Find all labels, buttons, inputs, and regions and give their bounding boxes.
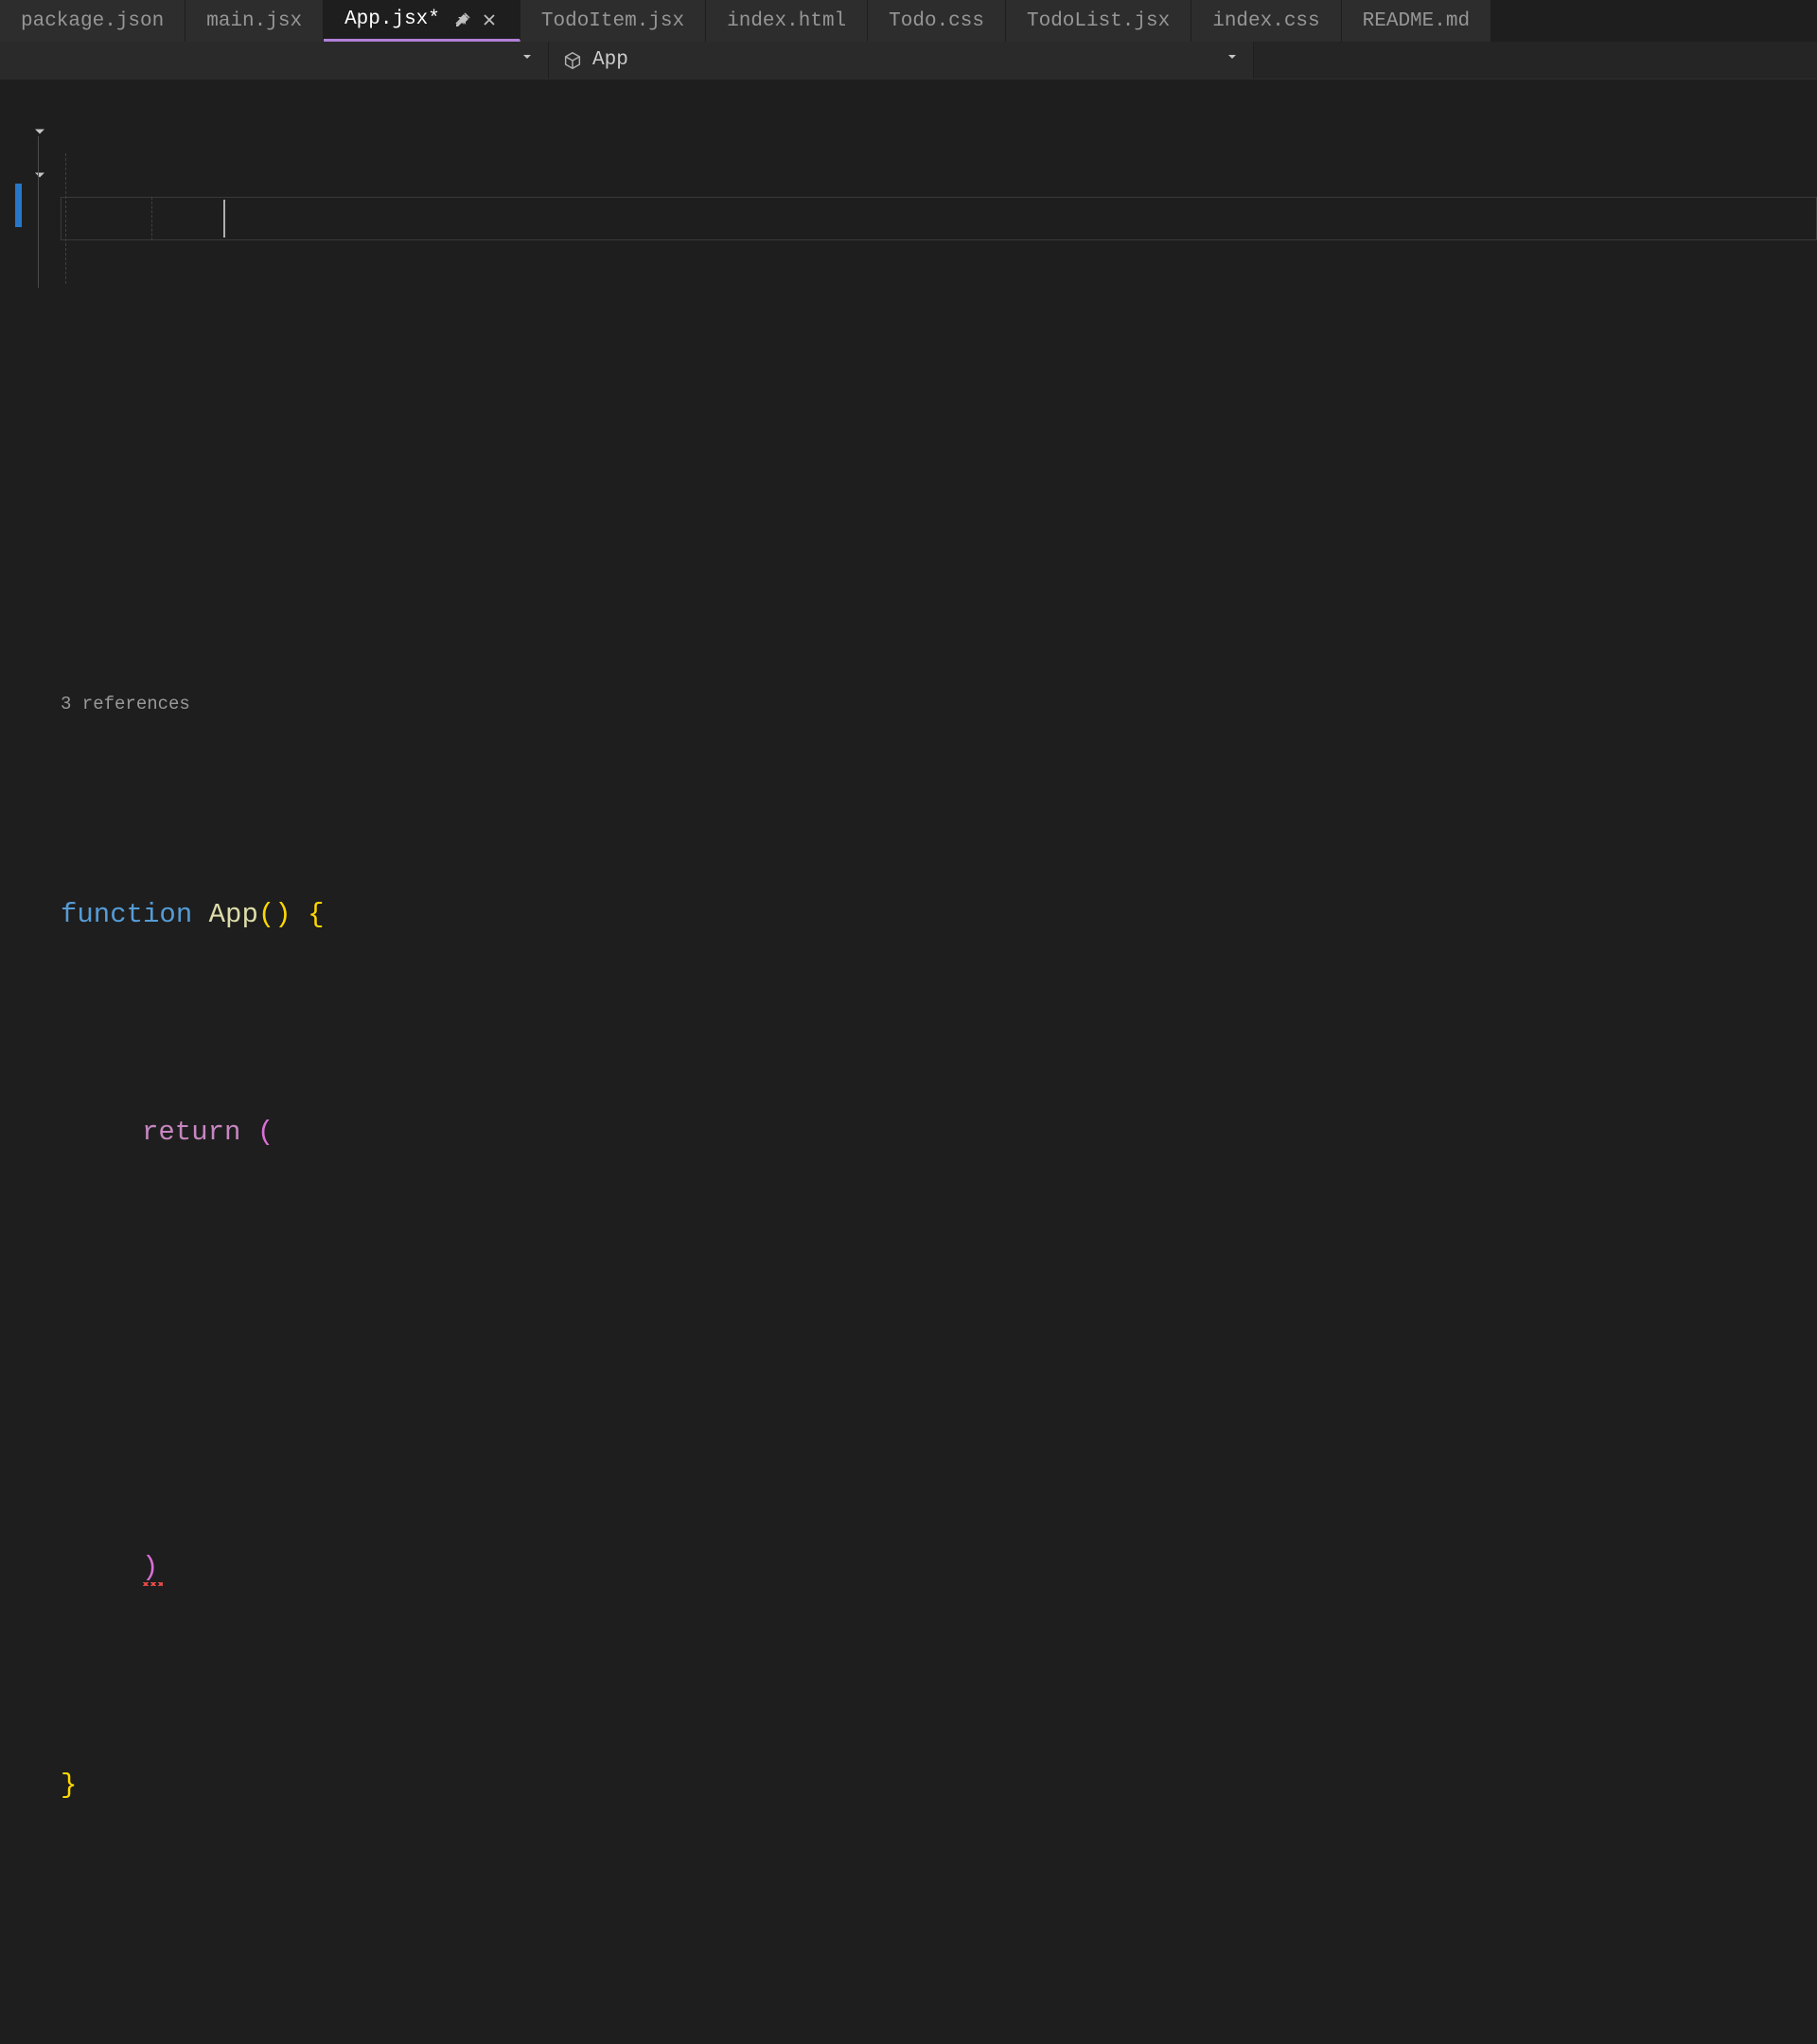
fold-toggle[interactable] [0, 153, 61, 197]
nav-symbol-label: App [592, 49, 628, 71]
close-icon[interactable] [480, 10, 499, 29]
tab-label: package.json [21, 10, 164, 32]
function-name: App [209, 893, 258, 937]
code-editor[interactable]: 3 references function App() { return ( )… [0, 79, 1817, 2044]
tab-label: index.css [1212, 10, 1319, 32]
nav-scope-dropdown[interactable] [0, 42, 549, 79]
code-line[interactable]: ) [61, 1546, 1817, 1590]
symbol-nav-bar: App [0, 42, 1817, 79]
paren-open: ( [257, 1111, 273, 1154]
tab-readme-md[interactable]: README.md [1342, 0, 1491, 42]
tab-todo-css[interactable]: Todo.css [868, 0, 1006, 42]
tab-package-json[interactable]: package.json [0, 0, 185, 42]
pin-icon[interactable] [453, 10, 472, 29]
code-line[interactable]: } [61, 1764, 1817, 1807]
tab-todolist-jsx[interactable]: TodoList.jsx [1006, 0, 1191, 42]
keyword-function: function [61, 893, 192, 937]
fold-toggle[interactable] [0, 110, 61, 153]
tab-label: main.jsx [206, 10, 302, 32]
tab-app-jsx[interactable]: App.jsx* [324, 0, 520, 42]
tab-label: TodoItem.jsx [541, 10, 684, 32]
error-squiggle [142, 1582, 163, 1586]
code-line[interactable]: return ( [61, 1111, 1817, 1154]
change-indicator [15, 184, 22, 227]
codelens-label: 3 references [61, 682, 190, 726]
method-icon [562, 50, 583, 71]
tab-label: App.jsx* [344, 9, 440, 30]
tab-label: README.md [1363, 10, 1470, 32]
brace-close: } [61, 1764, 77, 1807]
code-line[interactable]: function App() { [61, 893, 1817, 937]
current-line-highlight [61, 197, 1817, 240]
code-content[interactable]: 3 references function App() { return ( )… [61, 79, 1817, 2044]
brace-open: { [308, 893, 324, 937]
text-cursor [223, 200, 225, 238]
keyword-return: return [142, 1111, 240, 1154]
tab-label: TodoList.jsx [1027, 10, 1170, 32]
tab-index-css[interactable]: index.css [1191, 0, 1341, 42]
parens: () [258, 893, 291, 937]
tab-label: index.html [727, 10, 846, 32]
tab-todoitem-jsx[interactable]: TodoItem.jsx [520, 0, 706, 42]
gutter [0, 79, 61, 2044]
codelens-references[interactable]: 3 references [61, 689, 1817, 719]
tab-main-jsx[interactable]: main.jsx [185, 0, 324, 42]
tab-index-html[interactable]: index.html [706, 0, 868, 42]
nav-symbol-dropdown[interactable]: App [549, 42, 1254, 79]
tab-label: Todo.css [889, 10, 984, 32]
code-line[interactable] [61, 1329, 1817, 1372]
chevron-down-icon [1225, 49, 1240, 71]
tab-bar: package.json main.jsx App.jsx* TodoItem.… [0, 0, 1817, 42]
chevron-down-icon [520, 49, 535, 71]
code-line[interactable] [61, 1982, 1817, 2025]
